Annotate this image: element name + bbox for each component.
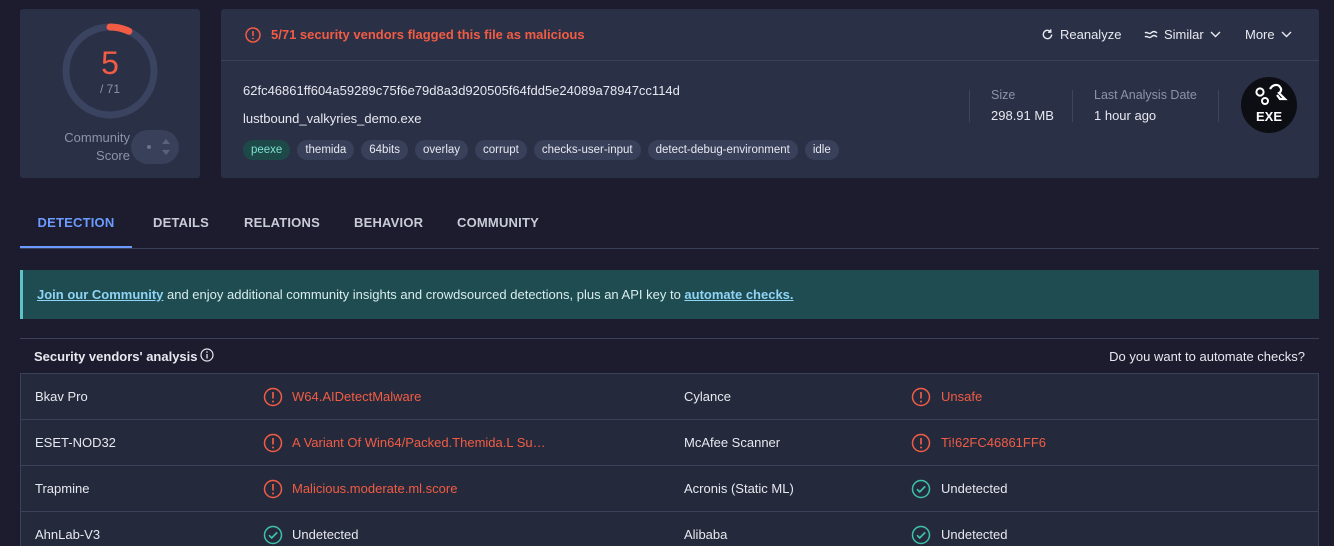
- detection-result: Ti!62FC46861FF6: [941, 435, 1047, 450]
- tab-relations[interactable]: RELATIONS: [244, 200, 320, 248]
- size-label: Size: [991, 88, 1016, 102]
- tag-checks-user-input[interactable]: checks-user-input: [533, 140, 641, 160]
- banner-text: Join our Community and enjoy additional …: [37, 287, 794, 302]
- size-value: 298.91 MB: [991, 108, 1054, 123]
- automate-checks-link[interactable]: automate checks.: [684, 287, 793, 302]
- divider: [1072, 90, 1073, 122]
- table-row: Bkav Pro W64.AIDetectMalware Cylance Unsafe: [21, 374, 1318, 420]
- reanalyze-button[interactable]: Reanalyze: [1041, 27, 1121, 42]
- tab-details[interactable]: DETAILS: [153, 200, 209, 248]
- file-type-label: EXE: [1255, 109, 1282, 124]
- vendor-name: Acronis (Static ML): [684, 481, 794, 496]
- join-community-link[interactable]: Join our Community: [37, 287, 163, 302]
- tag-peexe[interactable]: peexe: [243, 140, 291, 160]
- automate-checks-question[interactable]: Do you want to automate checks?: [1109, 349, 1305, 364]
- tag-detect-debug-environment[interactable]: detect-debug-environment: [647, 140, 798, 160]
- alert-icon: [263, 387, 283, 407]
- alert-icon: [263, 433, 283, 453]
- community-banner: Join our Community and enjoy additional …: [20, 270, 1319, 319]
- gears-icon: [1255, 83, 1288, 105]
- table-row: Trapmine Malicious.moderate.ml.score Acron…: [21, 466, 1318, 512]
- vendor-name: Bkav Pro: [35, 389, 88, 404]
- file-hash[interactable]: 62fc46861ff604a59289c75f6e79d8a3d920505f…: [243, 83, 680, 98]
- tab-bar: DETECTION DETAILS RELATIONS BEHAVIOR COMMUNI…: [20, 200, 1319, 249]
- more-button[interactable]: More: [1245, 27, 1292, 42]
- vote-up-icon[interactable]: [162, 139, 170, 144]
- check-circle-icon: [911, 525, 931, 545]
- vendor-name: Trapmine: [35, 481, 90, 496]
- detection-result: Malicious.moderate.ml.score: [292, 481, 458, 496]
- file-type-badge: EXE: [1241, 77, 1297, 133]
- detection-result: Undetected: [941, 481, 1008, 496]
- similar-button[interactable]: Similar: [1144, 27, 1221, 42]
- check-circle-icon: [911, 479, 931, 499]
- tag-themida[interactable]: themida: [297, 140, 355, 160]
- detection-result: W64.AIDetectMalware: [292, 389, 422, 404]
- vendor-name: ESET-NOD32: [35, 435, 116, 450]
- vendor-name: AhnLab-V3: [35, 527, 101, 542]
- check-circle-icon: [263, 525, 283, 545]
- info-icon[interactable]: [200, 348, 214, 362]
- tab-behavior[interactable]: BEHAVIOR: [354, 200, 423, 248]
- file-info-card: 5/71 security vendors flagged this file …: [221, 9, 1319, 178]
- alert-bar: 5/71 security vendors flagged this file …: [221, 9, 1319, 61]
- detection-result: A Variant Of Win64/Packed.Themida.L Su…: [292, 435, 546, 450]
- detection-count: 5: [101, 45, 119, 81]
- detection-result: Unsafe: [941, 389, 983, 404]
- similar-icon: [1144, 30, 1158, 38]
- detection-total: / 71: [99, 82, 120, 96]
- community-vote-control[interactable]: [131, 130, 179, 164]
- vendors-title: Security vendors' analysis: [34, 349, 198, 364]
- tag-overlay[interactable]: overlay: [414, 140, 469, 160]
- alert-icon: [911, 433, 931, 453]
- vendors-header: Security vendors' analysis Do you want t…: [20, 339, 1319, 373]
- chevron-down-icon: [1281, 31, 1292, 38]
- tag-corrupt[interactable]: corrupt: [475, 140, 527, 160]
- score-card: 5 / 71 Community Score: [20, 9, 200, 178]
- tag-64bits[interactable]: 64bits: [361, 140, 408, 160]
- alert-icon: [263, 479, 283, 499]
- divider: [1218, 90, 1219, 122]
- alert-icon: [245, 27, 261, 43]
- vendor-name: McAfee Scanner: [684, 435, 781, 450]
- last-analysis-value: 1 hour ago: [1094, 108, 1157, 123]
- refresh-icon: [1042, 29, 1053, 40]
- tab-community[interactable]: COMMUNITY: [457, 200, 539, 248]
- vendors-section: Security vendors' analysis Do you want t…: [20, 338, 1319, 546]
- file-name: lustbound_valkyries_demo.exe: [243, 111, 422, 126]
- last-analysis-label: Last Analysis Date: [1094, 88, 1197, 102]
- table-row: AhnLab-V3 Undetected Alibaba Undetected: [21, 512, 1318, 546]
- vendors-table: Bkav Pro W64.AIDetectMalware Cylance Unsafe…: [20, 373, 1319, 546]
- community-score-label: Community Score: [64, 130, 130, 163]
- tag-list: peexe themida 64bits overlay corrupt checks-u…: [243, 140, 839, 160]
- tab-detection[interactable]: DETECTION: [20, 200, 132, 248]
- alert-icon: [911, 387, 931, 407]
- detection-result: Undetected: [292, 527, 359, 542]
- divider: [969, 90, 970, 122]
- vendor-name: Cylance: [684, 389, 731, 404]
- vendor-name: Alibaba: [684, 527, 728, 542]
- chevron-down-icon: [1210, 31, 1221, 38]
- detection-result: Undetected: [941, 527, 1008, 542]
- tag-idle[interactable]: idle: [804, 140, 839, 160]
- vote-down-icon[interactable]: [162, 150, 170, 155]
- alert-text: 5/71 security vendors flagged this file …: [271, 27, 585, 42]
- vote-dot-icon: [147, 145, 151, 149]
- table-row: ESET-NOD32 A Variant Of Win64/Packed.Them…: [21, 420, 1318, 466]
